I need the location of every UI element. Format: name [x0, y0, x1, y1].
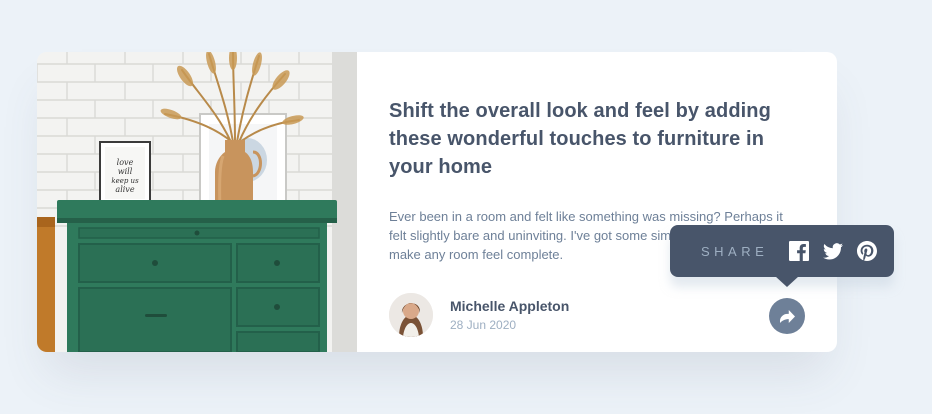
share-button[interactable]: [769, 298, 805, 334]
twitter-icon[interactable]: [823, 241, 844, 261]
author-info: Michelle Appleton 28 Jun 2020: [450, 296, 569, 334]
article-title: Shift the overall look and feel by addin…: [389, 100, 771, 178]
share-tooltip: SHARE: [670, 225, 894, 287]
svg-text:alive: alive: [115, 185, 134, 194]
author-name: Michelle Appleton: [450, 298, 570, 314]
avatar: [389, 293, 433, 337]
share-label: SHARE: [701, 243, 769, 259]
svg-text:will: will: [118, 167, 133, 176]
share-arrow-icon: [779, 309, 795, 323]
publish-date: 28 Jun 2020: [450, 318, 517, 332]
author-block: Michelle Appleton 28 Jun 2020: [389, 292, 569, 338]
article-content: Shift the overall look and feel by addin…: [389, 52, 809, 352]
article-preview-card: love will keep us alive Shift the overal…: [37, 52, 837, 352]
article-image: love will keep us alive: [37, 52, 357, 352]
facebook-icon[interactable]: [789, 241, 810, 261]
pinterest-icon[interactable]: [857, 241, 878, 261]
svg-text:keep us: keep us: [111, 177, 139, 185]
svg-text:love: love: [117, 158, 134, 167]
